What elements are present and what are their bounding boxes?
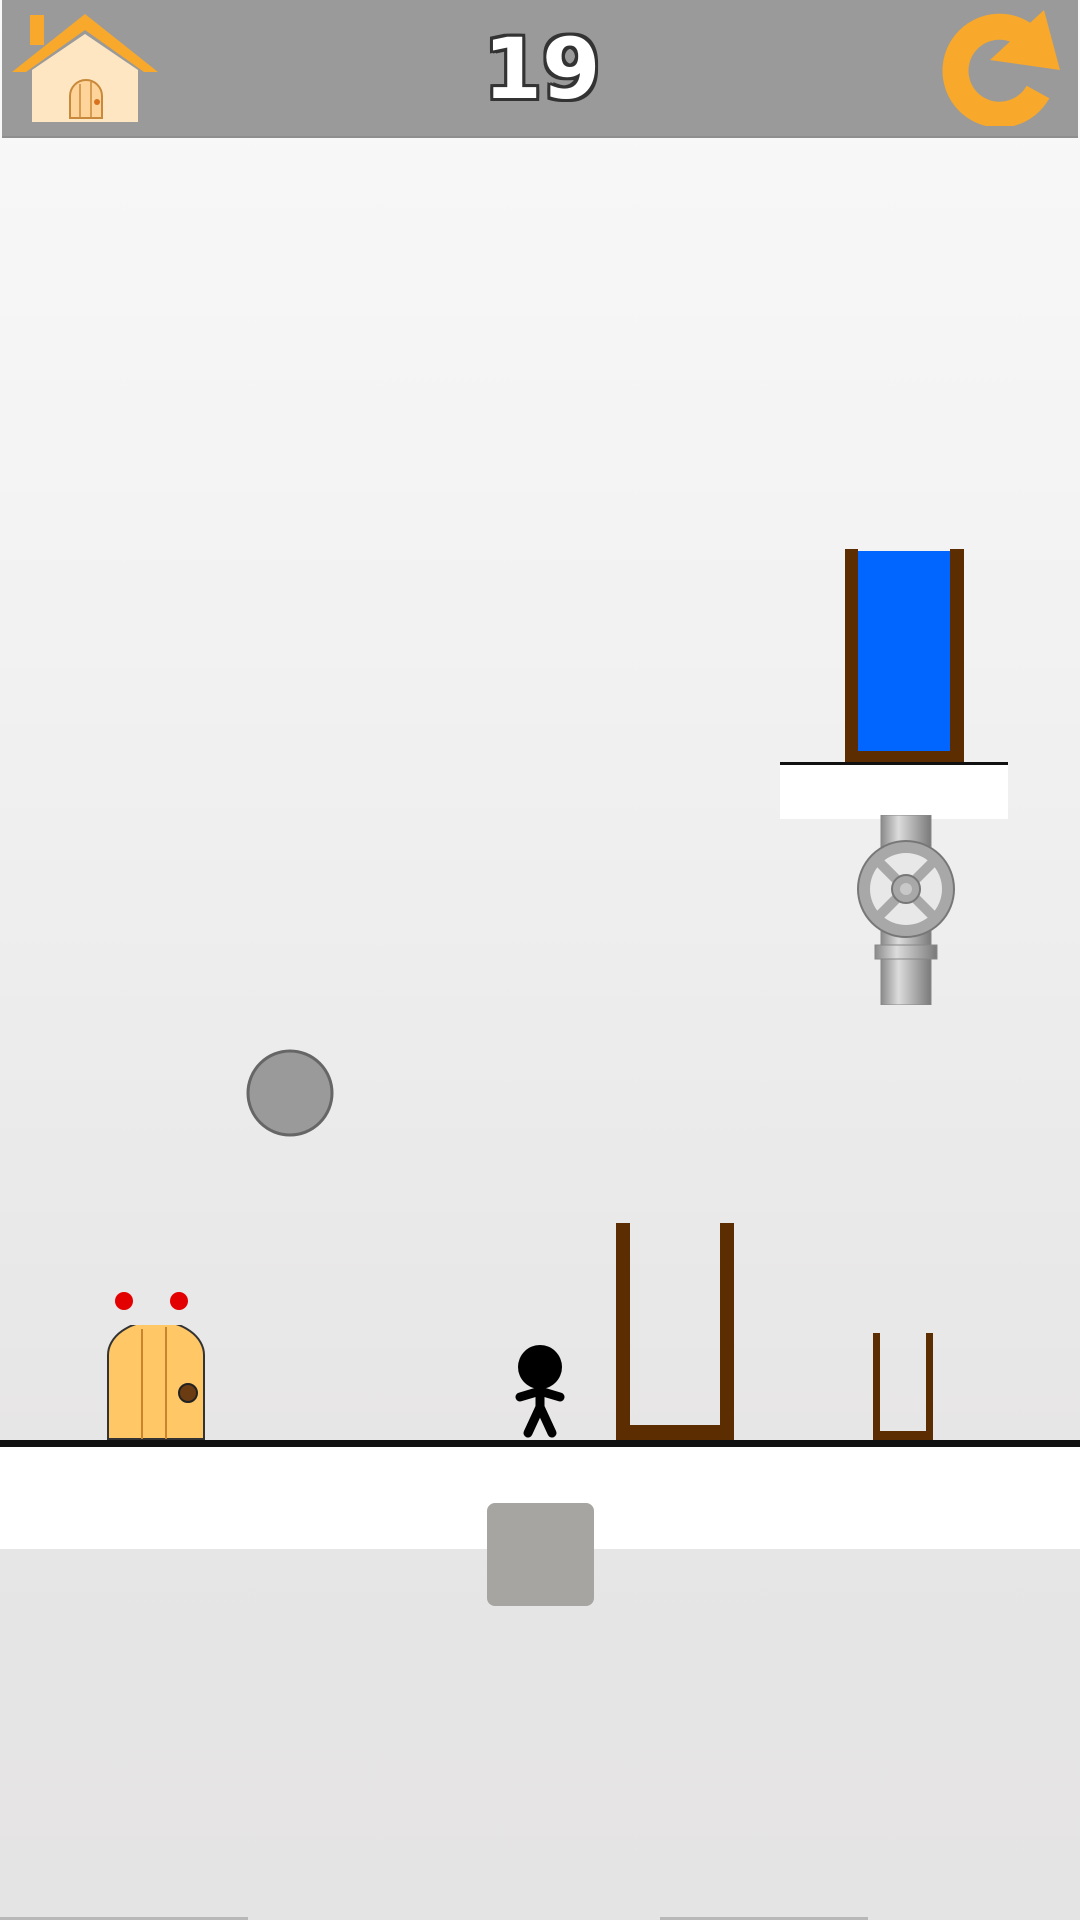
water-tank <box>845 549 964 766</box>
level-number: 19 <box>483 20 601 118</box>
exit-door[interactable] <box>106 1325 206 1441</box>
stick-figure <box>515 1345 565 1438</box>
water-valve[interactable] <box>850 815 960 1005</box>
action-button[interactable] <box>487 1503 594 1606</box>
large-container <box>616 1223 734 1440</box>
ground-line <box>0 1440 1080 1447</box>
top-bar: 19 <box>2 0 1078 138</box>
water <box>858 551 950 753</box>
red-light <box>170 1292 188 1310</box>
house-icon <box>12 14 158 122</box>
door-knob-icon <box>178 1383 198 1403</box>
door-lights <box>115 1292 188 1310</box>
red-light <box>115 1292 133 1310</box>
grey-ball <box>246 1049 334 1137</box>
tank-shelf <box>780 762 1008 819</box>
valve-wheel-icon <box>857 840 955 938</box>
home-button[interactable] <box>10 10 160 125</box>
small-container <box>873 1333 933 1440</box>
restart-arrow-icon <box>942 10 1060 126</box>
restart-button[interactable] <box>926 6 1066 126</box>
